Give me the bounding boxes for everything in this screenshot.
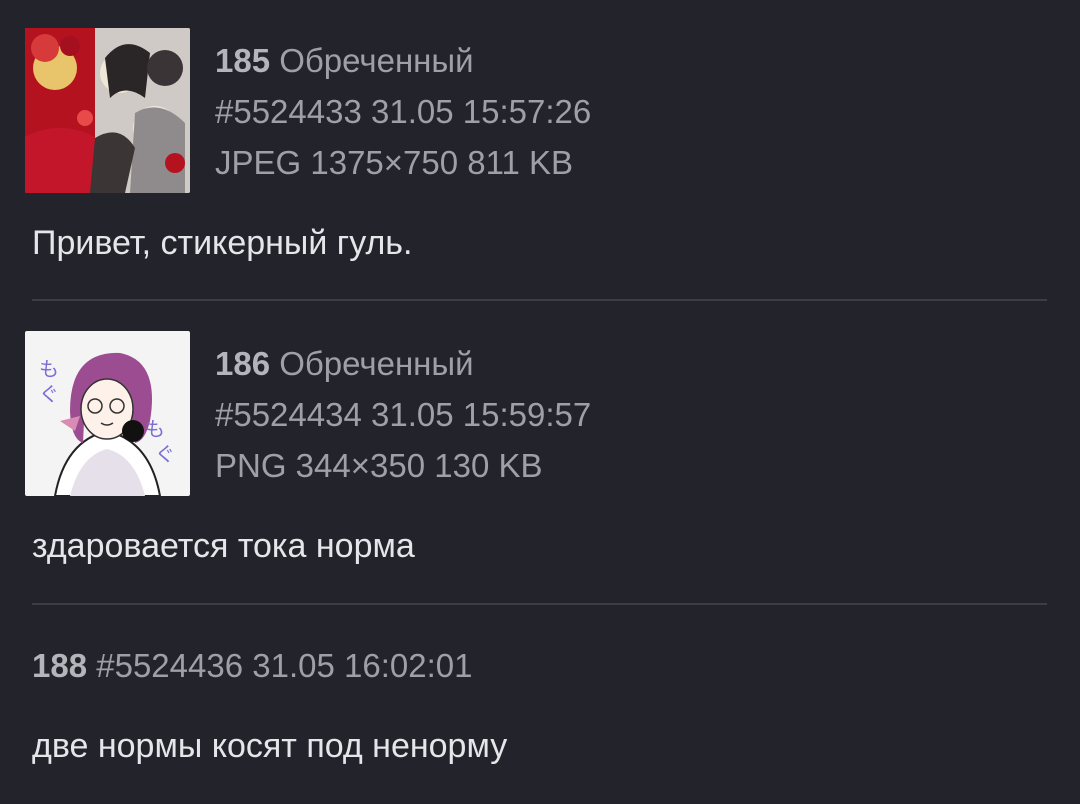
post-number[interactable]: 186 (215, 345, 270, 382)
post-datetime: 31.05 16:02:01 (252, 647, 473, 684)
post-divider (32, 603, 1047, 605)
poster-name: Обреченный (279, 42, 474, 79)
post-number[interactable]: 185 (215, 42, 270, 79)
post-thumbnail-image[interactable]: も ぐ も ぐ (25, 331, 190, 496)
file-info: PNG 344×350 130 KB (215, 447, 543, 484)
sticker-thumbnail-icon: も ぐ も ぐ (25, 331, 190, 496)
post-datetime: 31.05 15:57:26 (371, 93, 592, 130)
post-datetime: 31.05 15:59:57 (371, 396, 592, 433)
post-id-link[interactable]: #5524434 (215, 396, 362, 433)
post-id-link[interactable]: #5524436 (96, 647, 243, 684)
poster-name: Обреченный (279, 345, 474, 382)
post-divider (32, 299, 1047, 301)
post-body: здаровается тока норма (32, 527, 415, 565)
anime-art-thumbnail-icon (25, 28, 190, 193)
svg-text:も: も (145, 417, 165, 441)
post-id-link[interactable]: #5524433 (215, 93, 362, 130)
svg-text:ぐ: ぐ (39, 382, 59, 406)
file-info: JPEG 1375×750 811 KB (215, 144, 574, 181)
post-body: Привет, стикерный гуль. (32, 224, 413, 262)
svg-text:ぐ: ぐ (155, 442, 175, 466)
post-thumbnail-image[interactable] (25, 28, 190, 193)
svg-text:も: も (39, 357, 59, 381)
post-body: две нормы косят под ненорму (32, 727, 508, 765)
post-meta: 188 #5524436 31.05 16:02:01 (32, 647, 472, 685)
post-number[interactable]: 188 (32, 647, 87, 684)
thread-view: 185 Обреченный #5524433 31.05 15:57:26 J… (0, 0, 1080, 804)
